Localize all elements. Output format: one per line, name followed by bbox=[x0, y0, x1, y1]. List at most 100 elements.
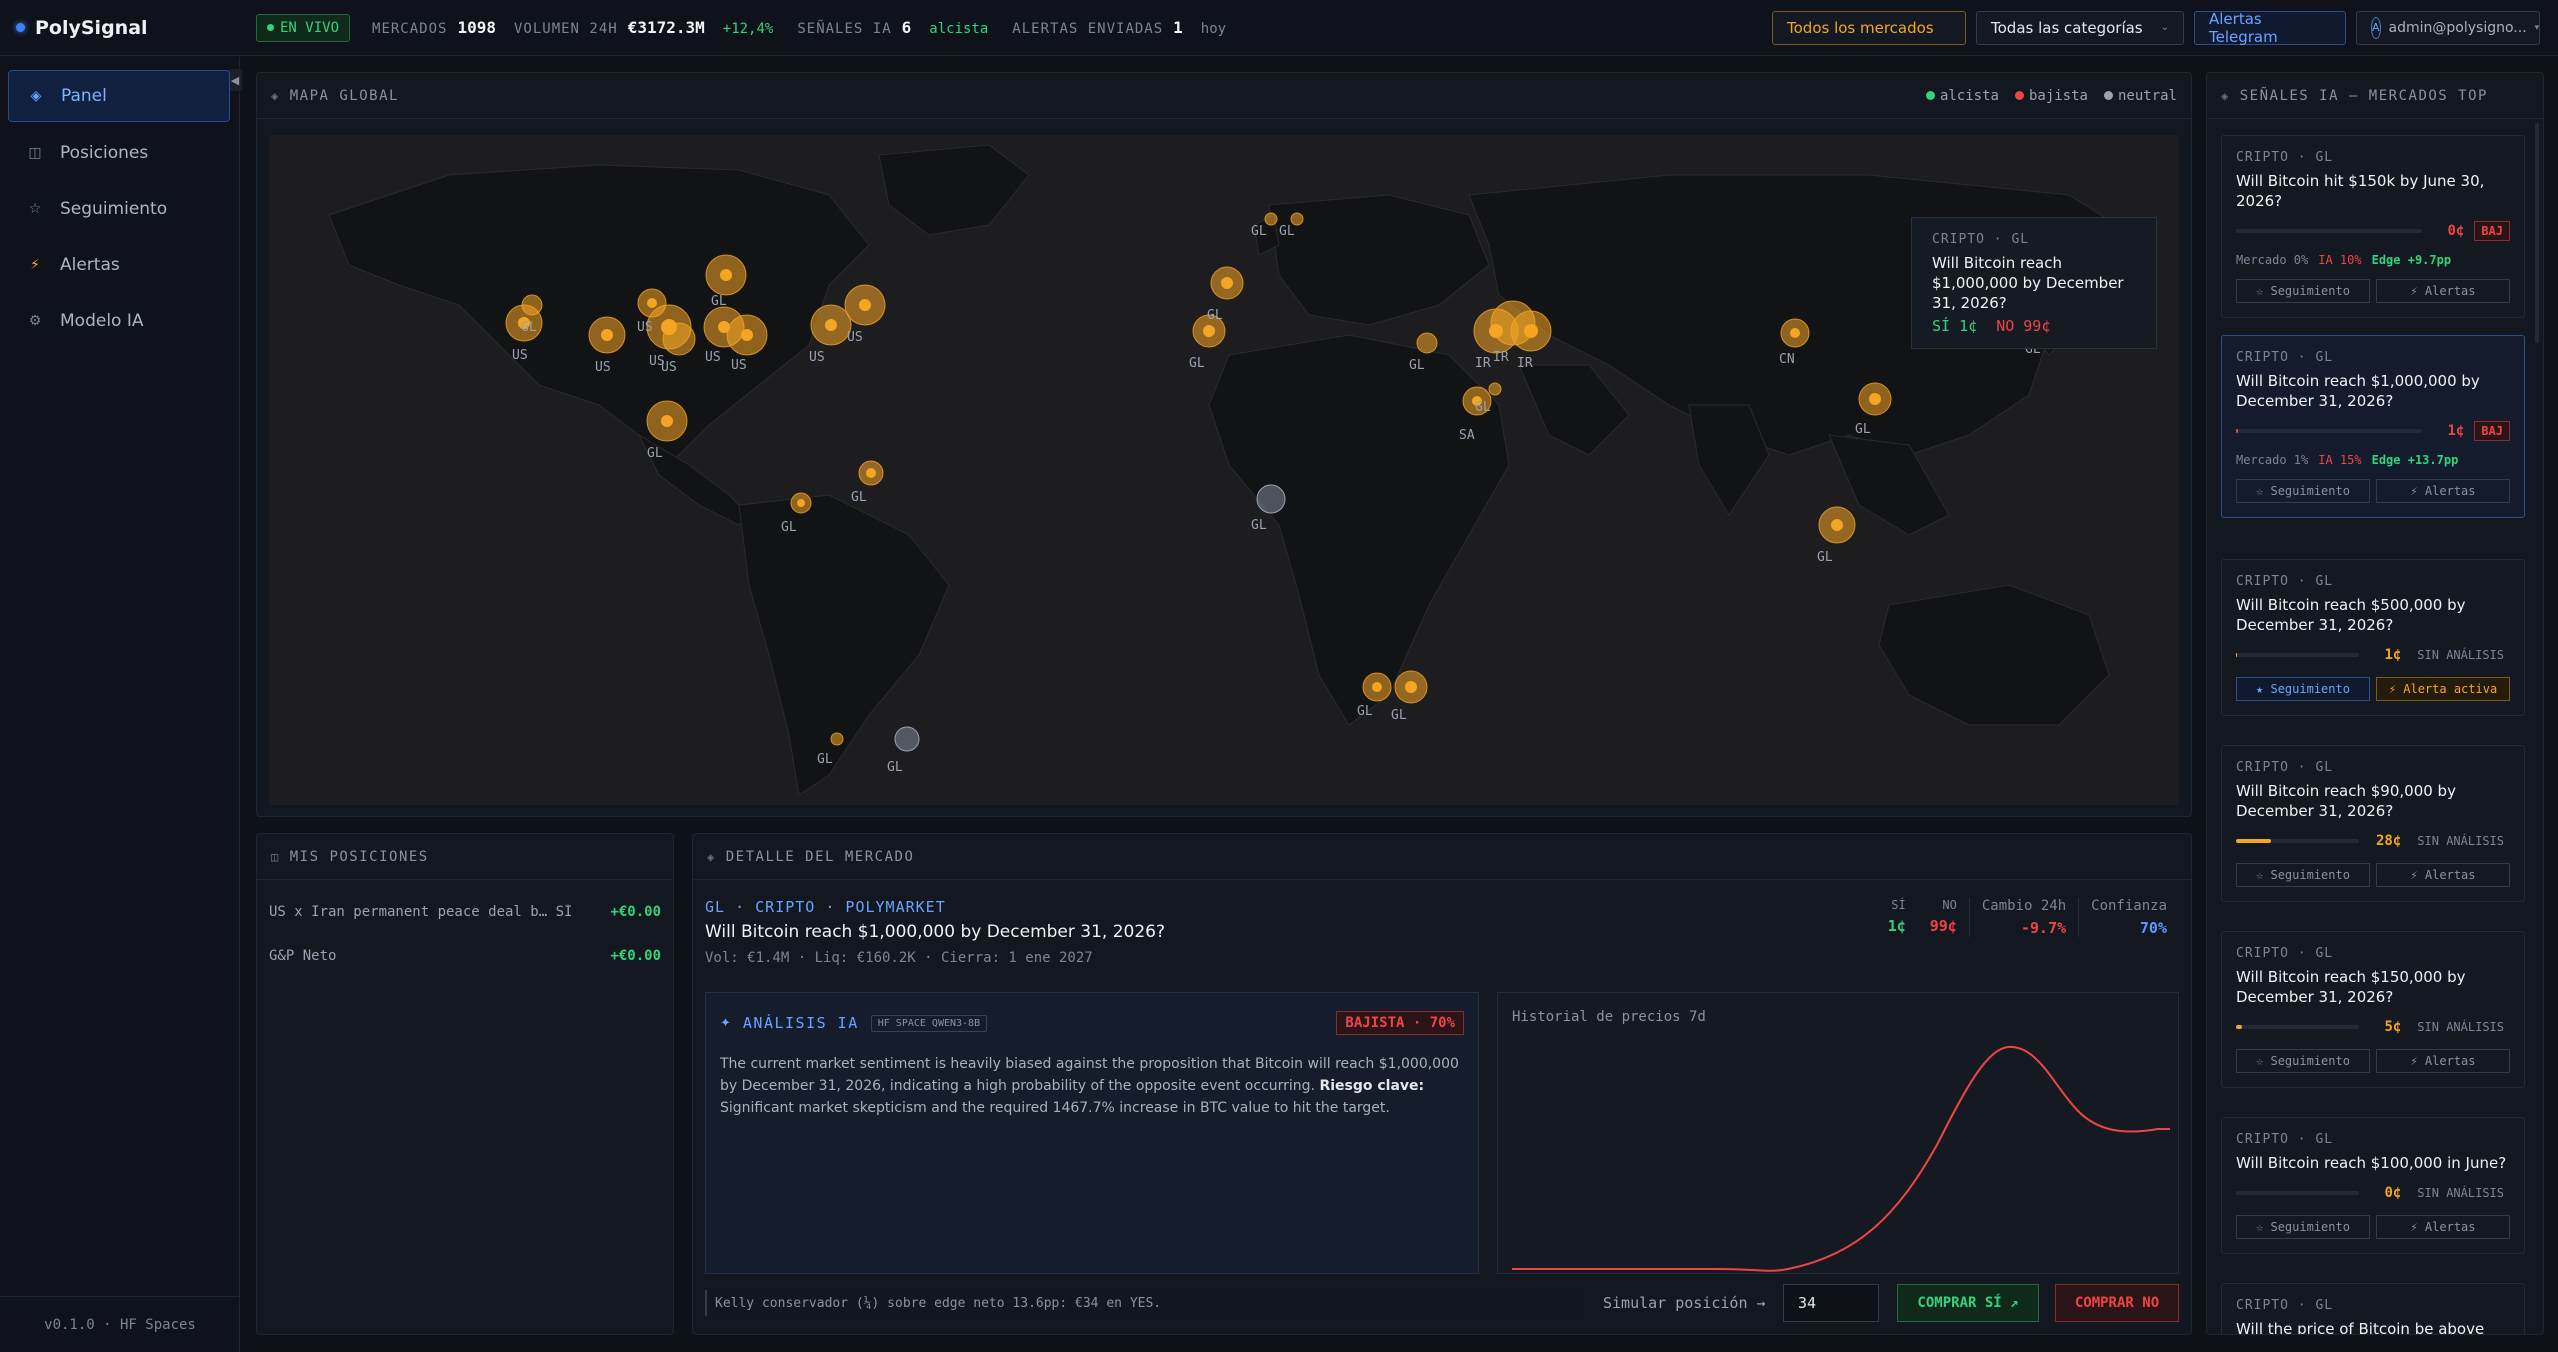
stat-markets-label: MERCADOS bbox=[372, 21, 448, 37]
signal-edge: Edge +13.7pp bbox=[2371, 453, 2459, 467]
signal-badge: SIN ANÁLISIS bbox=[2417, 1186, 2504, 1200]
buy-yes-button[interactable]: COMPRAR SÍ ↗ bbox=[1897, 1284, 2039, 1322]
map-marker[interactable] bbox=[521, 294, 543, 316]
legend-label: alcista bbox=[1939, 87, 1999, 104]
signal-card[interactable]: CRIPTO · GL Will Bitcoin reach $500,000 b… bbox=[2221, 559, 2525, 716]
world-map-svg: USUSUSUS USUSUSUS USGLGLGL GLGLGL GL GLGL… bbox=[328, 144, 2150, 796]
alerts-button[interactable]: ⚡ Alertas bbox=[2376, 279, 2510, 303]
signal-title: Will Bitcoin reach $150,000 by December … bbox=[2236, 968, 2466, 1006]
sidebar-item-alerts[interactable]: ⚡ Alertas bbox=[8, 239, 230, 291]
signal-category: CRIPTO · GL bbox=[2236, 1298, 2334, 1313]
signal-price: 28¢ bbox=[2376, 833, 2402, 849]
sidebar-item-positions[interactable]: ◫ Posiciones bbox=[8, 127, 230, 179]
yes-price: 1¢ bbox=[1887, 917, 1906, 935]
telegram-alerts-button[interactable]: Alertas Telegram bbox=[2194, 10, 2346, 46]
simulate-amount-input[interactable] bbox=[1783, 1284, 1879, 1322]
map-marker[interactable] bbox=[1488, 382, 1502, 396]
svg-text:GL: GL bbox=[1391, 708, 1407, 723]
map-marker[interactable] bbox=[1416, 332, 1438, 354]
signal-card[interactable]: CRIPTO · GL Will Bitcoin reach $150,000 b… bbox=[2221, 931, 2525, 1088]
svg-text:GL: GL bbox=[1279, 224, 1295, 239]
svg-text:GL: GL bbox=[1357, 704, 1373, 719]
signal-price: 1¢ bbox=[2447, 423, 2465, 439]
map-title: MAPA GLOBAL bbox=[289, 87, 399, 104]
detail-title: DETALLE DEL MERCADO bbox=[725, 848, 915, 865]
alerts-button[interactable]: ⚡ Alertas bbox=[2376, 1215, 2510, 1239]
watch-button[interactable]: ☆ Seguimiento bbox=[2236, 479, 2370, 503]
collapse-sidebar-button[interactable]: ◀ bbox=[228, 69, 242, 91]
arabia-shape bbox=[1518, 364, 1630, 456]
position-row[interactable]: US x Iran permanent peace deal b… SÍ +€0… bbox=[257, 890, 673, 934]
watch-button[interactable]: ☆ Seguimiento bbox=[2236, 279, 2370, 303]
signal-card[interactable]: CRIPTO · GL Will Bitcoin hit $150k by Jun… bbox=[2221, 135, 2525, 318]
positions-panel: ◫ MIS POSICIONES US x Iran permanent pea… bbox=[256, 833, 674, 1335]
stat-signals-value: 6 bbox=[901, 18, 912, 37]
confidence-value: 70% bbox=[2139, 919, 2167, 937]
map-marker[interactable] bbox=[830, 732, 844, 746]
alerts-button[interactable]: ⚡ Alertas bbox=[2376, 479, 2510, 503]
sidebar-item-panel[interactable]: ◈ Panel bbox=[8, 70, 230, 122]
ai-verdict-badge: BAJISTA · 70% bbox=[1336, 1011, 1464, 1035]
signal-ai-pct: IA 10% bbox=[2318, 253, 2362, 267]
user-menu-button[interactable]: A admin@polysigno... ▾ bbox=[2356, 10, 2540, 45]
global-map-panel: ◈ MAPA GLOBAL alcista bajista neutral US… bbox=[256, 72, 2192, 817]
sidebar-item-watchlist[interactable]: ☆ Seguimiento bbox=[8, 183, 230, 235]
watch-button[interactable]: ☆ Seguimiento bbox=[2236, 863, 2370, 887]
grid-icon: ◫ bbox=[28, 145, 42, 161]
categories-select[interactable]: Todas las categorías ⌄ bbox=[1976, 10, 2184, 45]
signal-title: Will Bitcoin reach $1,000,000 by Decembe… bbox=[2236, 372, 2480, 410]
signal-price: 0¢ bbox=[2384, 1185, 2402, 1201]
svg-text:GL: GL bbox=[1189, 356, 1205, 371]
ai-risk-text: Significant market skepticism and the re… bbox=[720, 1100, 1390, 1116]
probability-bar bbox=[2236, 1191, 2360, 1195]
map-marker-neutral[interactable] bbox=[1256, 484, 1286, 514]
signal-badge: SIN ANÁLISIS bbox=[2417, 834, 2504, 848]
alerts-button[interactable]: ⚡ Alertas bbox=[2376, 863, 2510, 887]
legend-label: neutral bbox=[2117, 87, 2177, 104]
stat-signals-label: SEÑALES IA bbox=[797, 21, 892, 37]
signal-card[interactable]: CRIPTO · GL Will Bitcoin reach $100,000 i… bbox=[2221, 1117, 2525, 1254]
probability-bar bbox=[2236, 839, 2360, 843]
sidebar-item-ai-model[interactable]: ⚙ Modelo IA bbox=[8, 295, 230, 347]
user-email: admin@polysigno... bbox=[2388, 19, 2527, 36]
probability-bar-fill bbox=[2236, 839, 2271, 843]
signal-card[interactable]: CRIPTO · GL Will the price of Bitcoin be … bbox=[2221, 1283, 2525, 1335]
watch-button[interactable]: ☆ Seguimiento bbox=[2236, 1215, 2370, 1239]
europe-shape bbox=[1268, 194, 1490, 326]
stat-alerts-note: hoy bbox=[1200, 21, 1227, 37]
price-history-line bbox=[1512, 1045, 2170, 1272]
australia-shape bbox=[1878, 584, 2110, 726]
signal-title: Will Bitcoin reach $500,000 by December … bbox=[2236, 596, 2466, 634]
brand-name: PolySignal bbox=[35, 16, 148, 39]
signal-card[interactable]: CRIPTO · GL Will Bitcoin reach $90,000 by… bbox=[2221, 745, 2525, 902]
markets-filter-button[interactable]: Todos los mercados bbox=[1772, 10, 1966, 45]
watch-button[interactable]: ★ Seguimiento bbox=[2236, 677, 2370, 701]
alerts-button[interactable]: ⚡ Alerta activa bbox=[2376, 677, 2510, 701]
signal-card[interactable]: CRIPTO · GL Will Bitcoin reach $1,000,000… bbox=[2221, 335, 2525, 518]
alerts-button[interactable]: ⚡ Alertas bbox=[2376, 1049, 2510, 1073]
signal-title: Will the price of Bitcoin be above bbox=[2236, 1320, 2485, 1335]
svg-text:US: US bbox=[731, 358, 747, 373]
buy-no-button[interactable]: COMPRAR NO bbox=[2055, 1284, 2179, 1322]
signal-title: Will Bitcoin hit $150k by June 30, 2026? bbox=[2236, 172, 2485, 210]
change-value: -9.7% bbox=[2020, 919, 2067, 937]
map-marker[interactable] bbox=[1264, 212, 1278, 226]
greenland-shape bbox=[878, 144, 1030, 236]
net-pnl-value: +€0.00 bbox=[610, 948, 661, 964]
watch-button[interactable]: ☆ Seguimiento bbox=[2236, 1049, 2370, 1073]
world-map[interactable]: US US US US US US US US US GL GL GL GL GL GL GL GL GL… bbox=[269, 135, 2179, 805]
position-label: US x Iran permanent peace deal b… SÍ bbox=[269, 904, 573, 920]
signal-badge: SIN ANÁLISIS bbox=[2417, 1020, 2504, 1034]
map-marker-neutral[interactable] bbox=[894, 726, 920, 752]
signal-badge: SIN ANÁLISIS bbox=[2417, 648, 2504, 662]
signals-scrollbar[interactable] bbox=[2535, 123, 2539, 343]
map-legend: alcista bajista neutral bbox=[1925, 87, 2177, 104]
live-label: EN VIVO bbox=[280, 19, 340, 36]
land-masses bbox=[328, 144, 2150, 796]
signal-price: 5¢ bbox=[2384, 1019, 2402, 1035]
star-icon: ☆ bbox=[28, 201, 42, 217]
legend-item-neutral: neutral bbox=[2103, 87, 2177, 104]
ai-signals-panel: ◈ SEÑALES IA — MERCADOS TOP CRIPTO · GL W… bbox=[2206, 72, 2544, 1335]
svg-text:GL: GL bbox=[1817, 550, 1833, 565]
brand[interactable]: PolySignal bbox=[0, 17, 240, 39]
